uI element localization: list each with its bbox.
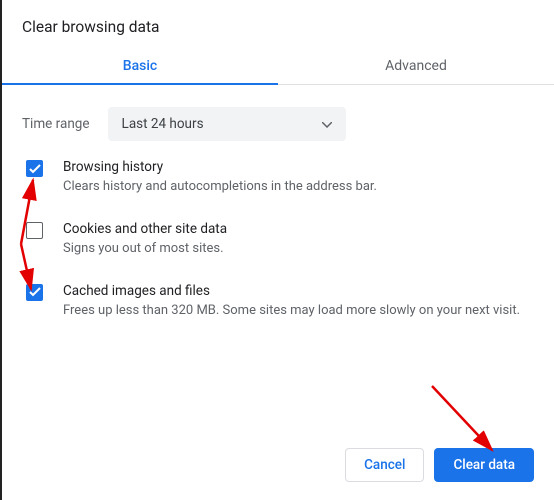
button-label: Cancel (364, 457, 405, 473)
option-text: Cookies and other site data Signs you ou… (63, 221, 530, 259)
tab-bar: Basic Advanced (2, 46, 554, 85)
cancel-button[interactable]: Cancel (345, 448, 424, 482)
tab-label: Basic (123, 58, 157, 74)
option-desc: Frees up less than 320 MB. Some sites ma… (63, 302, 530, 321)
option-cached: Cached images and files Frees up less th… (22, 283, 534, 321)
checkbox-cookies[interactable] (26, 222, 43, 239)
option-desc: Clears history and autocompletions in th… (63, 178, 530, 197)
clear-browsing-data-dialog: Clear browsing data Basic Advanced Time … (2, 0, 554, 321)
option-cookies: Cookies and other site data Signs you ou… (22, 221, 534, 259)
option-title: Cached images and files (63, 283, 530, 299)
check-icon (29, 164, 41, 174)
tab-basic[interactable]: Basic (2, 46, 278, 84)
option-text: Browsing history Clears history and auto… (63, 159, 530, 197)
dialog-footer: Cancel Clear data (345, 448, 534, 482)
time-range-value: Last 24 hours (122, 116, 204, 132)
checkbox-cached[interactable] (26, 284, 43, 301)
option-browsing-history: Browsing history Clears history and auto… (22, 159, 534, 197)
clear-data-button[interactable]: Clear data (434, 448, 534, 482)
time-range-label: Time range (22, 116, 90, 132)
checkbox-browsing-history[interactable] (26, 160, 43, 177)
option-text: Cached images and files Frees up less th… (63, 283, 530, 321)
option-title: Browsing history (63, 159, 530, 175)
chevron-down-icon (322, 116, 332, 132)
time-range-select[interactable]: Last 24 hours (108, 107, 346, 141)
tab-advanced[interactable]: Advanced (278, 46, 554, 84)
option-desc: Signs you out of most sites. (63, 240, 530, 259)
button-label: Clear data (453, 457, 515, 473)
check-icon (29, 287, 41, 297)
dialog-title: Clear browsing data (22, 18, 534, 36)
option-title: Cookies and other site data (63, 221, 530, 237)
time-range-row: Time range Last 24 hours (22, 107, 534, 141)
tab-label: Advanced (385, 58, 447, 74)
